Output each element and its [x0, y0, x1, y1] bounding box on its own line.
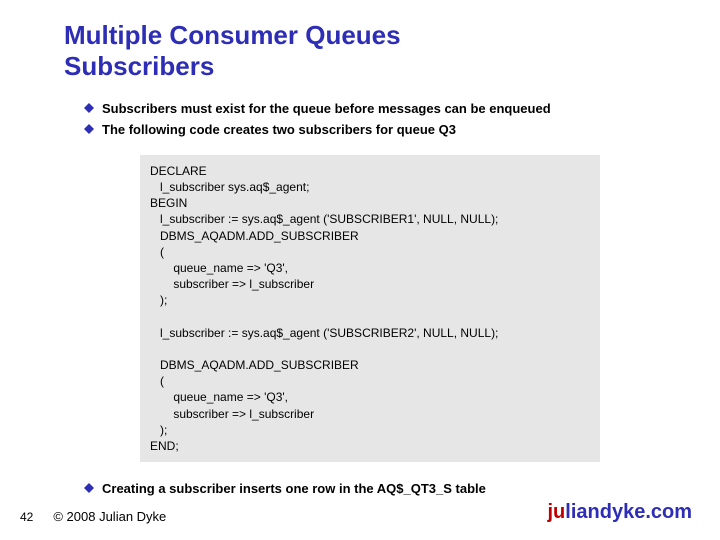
code-block: DECLARE l_subscriber sys.aq$_agent; BEGI… — [140, 155, 600, 462]
bullet-text: Subscribers must exist for the queue bef… — [102, 100, 551, 118]
copyright-text: © 2008 Julian Dyke — [53, 509, 166, 524]
diamond-icon — [84, 103, 102, 113]
bullet-item: Creating a subscriber inserts one row in… — [84, 480, 720, 498]
site-url-part2: liandyke.com — [565, 501, 692, 523]
footer: 42 © 2008 Julian Dyke juliandyke.com — [0, 501, 720, 524]
site-url: juliandyke.com — [548, 501, 693, 524]
slide-title: Multiple Consumer Queues Subscribers — [64, 20, 720, 82]
bullet-item: Subscribers must exist for the queue bef… — [84, 100, 680, 118]
diamond-icon — [84, 124, 102, 134]
slide: Multiple Consumer Queues Subscribers Sub… — [0, 0, 720, 540]
bullet-text: Creating a subscriber inserts one row in… — [102, 480, 486, 498]
diamond-icon — [84, 483, 102, 493]
bullet-text: The following code creates two subscribe… — [102, 121, 456, 139]
title-line-1: Multiple Consumer Queues — [64, 20, 401, 50]
bullet-list: Subscribers must exist for the queue bef… — [84, 100, 680, 138]
page-number: 42 — [20, 510, 33, 524]
site-url-part1: ju — [548, 501, 566, 523]
bullet-item: The following code creates two subscribe… — [84, 121, 680, 139]
title-line-2: Subscribers — [64, 51, 214, 81]
